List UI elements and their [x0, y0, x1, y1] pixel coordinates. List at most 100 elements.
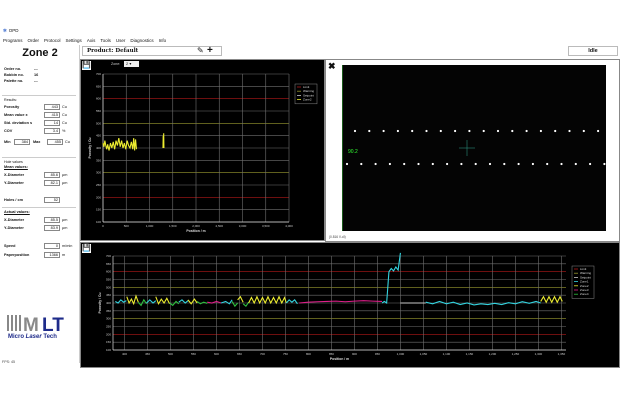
x-tick-label: 1,350: [558, 352, 566, 356]
x-tick-label: 500: [168, 352, 173, 356]
order-no-label: Order no.: [4, 67, 22, 71]
app-title: OPD: [8, 28, 19, 33]
divider: [2, 95, 76, 96]
y-tick-label: 700: [96, 72, 101, 76]
hole-dot: [511, 129, 514, 133]
menu-user[interactable]: User: [116, 38, 126, 43]
holes-label: Holes / cm: [4, 198, 23, 202]
y-tick-label: 600: [96, 97, 101, 101]
menu-axis[interactable]: Axis: [87, 38, 96, 43]
y-tick-label: 600: [106, 270, 111, 274]
min-label: Min: [4, 140, 11, 144]
cov-label: COV: [4, 129, 13, 133]
hole-dot: [360, 162, 363, 166]
svg-text:Micro Laser Tech: Micro Laser Tech: [8, 334, 57, 340]
actual-y-diameter-label: Y-Diameter: [4, 226, 24, 230]
menu-order[interactable]: Order: [28, 38, 40, 43]
add-icon[interactable]: +: [207, 45, 213, 56]
y-tick-label: 250: [96, 183, 101, 187]
hole-dot: [353, 129, 357, 133]
hole-dot: [546, 162, 549, 166]
y-tick-label: 450: [96, 134, 101, 138]
hole-dot: [568, 129, 571, 133]
hole-dot: [603, 162, 606, 166]
camera-panel: ✖ 90.2 (0.816 V-dI): [325, 59, 620, 242]
x-tick-label: 850: [329, 352, 334, 356]
history-chart-panel: 💾 100 150 200 250 300 350 400 450 500 550 600 650 70…: [80, 242, 620, 368]
zone-porosity-chart: 100 150 200 250 300 350 400 450 500 550 600 650 700 0…: [88, 72, 318, 233]
x-tick-label: 1,100: [443, 352, 451, 356]
mean-y-diameter-value: 82.1: [44, 180, 60, 186]
hole-dot: [597, 129, 600, 133]
y-axis-label: Porosity / Cu: [98, 293, 102, 314]
x-tick-label: 2,500: [215, 224, 223, 228]
palette-no-label: Palette no.: [4, 79, 24, 83]
hole-dot: [403, 162, 406, 166]
menu-info[interactable]: Info: [159, 38, 167, 43]
menu-settings[interactable]: Settings: [66, 38, 82, 43]
actual-y-diameter-value: 83.9: [44, 225, 60, 231]
app-icon: ✲: [3, 27, 7, 33]
x-tick-label: 1,500: [169, 224, 177, 228]
y-tick-label: 100: [96, 220, 101, 224]
hole-dot: [425, 129, 428, 133]
title-bar: ✲ OPD: [0, 26, 620, 35]
y-axis-label: Porosity / Cu: [88, 138, 92, 159]
y-tick-label: 200: [96, 195, 101, 199]
edit-icon[interactable]: ✎: [197, 46, 204, 56]
x-tick-label: 2,000: [192, 224, 200, 228]
y-tick-label: 650: [106, 262, 111, 266]
tools-icon[interactable]: ✖: [328, 61, 336, 72]
divider: [2, 157, 76, 158]
y-tick-label: 400: [106, 301, 111, 305]
menu-tools[interactable]: Tools: [100, 38, 111, 43]
x-tick-label: 500: [124, 224, 129, 228]
camera-footer: (0.816 V-dI): [329, 235, 346, 239]
y-tick-label: 400: [96, 146, 101, 150]
x-tick-label: 1,000: [146, 224, 154, 228]
y-tick-label: 350: [96, 158, 101, 162]
menu-diagnostics[interactable]: Diagnostics: [130, 38, 153, 43]
hole-dot: [454, 129, 457, 133]
hole-dot: [539, 129, 542, 133]
y-tick-label: 100: [106, 348, 111, 352]
hole-dot: [368, 129, 371, 133]
paperposition-unit: m: [62, 253, 66, 257]
x-tick-label: 700: [260, 352, 265, 356]
fps-label: FPS: 45: [2, 360, 15, 364]
mean-values-header: Mean values:: [4, 165, 28, 169]
menu-bar: Programs Order Protocol Settings Axis To…: [0, 36, 620, 44]
x-tick-label: 0: [102, 224, 104, 228]
camera-view: 90.2: [342, 65, 606, 231]
porosity-value: 443: [44, 104, 60, 110]
actual-x-diameter-unit: µm: [62, 218, 68, 222]
mean-unit: Cu: [62, 113, 67, 117]
minmax-unit: Cu: [65, 140, 70, 144]
x-tick-label: 1,200: [489, 352, 497, 356]
y-tick-label: 250: [106, 325, 111, 329]
series-line-zone1: [381, 252, 401, 304]
std-label: Std. deviation s: [4, 121, 33, 125]
hole-dot: [439, 129, 442, 133]
series-line-zone2: [237, 295, 244, 303]
hole-dot: [496, 129, 500, 133]
hole-dot: [374, 162, 377, 166]
hole-dot: [517, 162, 520, 166]
zone-chart-panel: 💾 Zone: 2 ▾ 100 150 200 250 300 350 400 450 500 5…: [80, 59, 325, 241]
speed-unit: m/min: [62, 244, 73, 248]
menu-programs[interactable]: Programs: [3, 38, 23, 43]
menu-protocol[interactable]: Protocol: [44, 38, 61, 43]
cov-value: 3.4: [44, 128, 60, 134]
mean-value: 415: [44, 112, 60, 118]
y-tick-label: 650: [96, 84, 101, 88]
actual-x-diameter-label: X-Diameter: [4, 218, 25, 222]
mean-x-diameter-value: 85.6: [44, 172, 60, 178]
series-line-zone3: [207, 300, 222, 304]
hole-dot: [345, 162, 349, 166]
mean-x-diameter-unit: µm: [62, 173, 68, 177]
y-tick-label: 550: [106, 278, 111, 282]
mean-label: Mean value x: [4, 113, 28, 117]
hole-dot: [460, 162, 463, 166]
hole-dot: [474, 162, 477, 166]
results-header: Results:: [4, 98, 17, 102]
